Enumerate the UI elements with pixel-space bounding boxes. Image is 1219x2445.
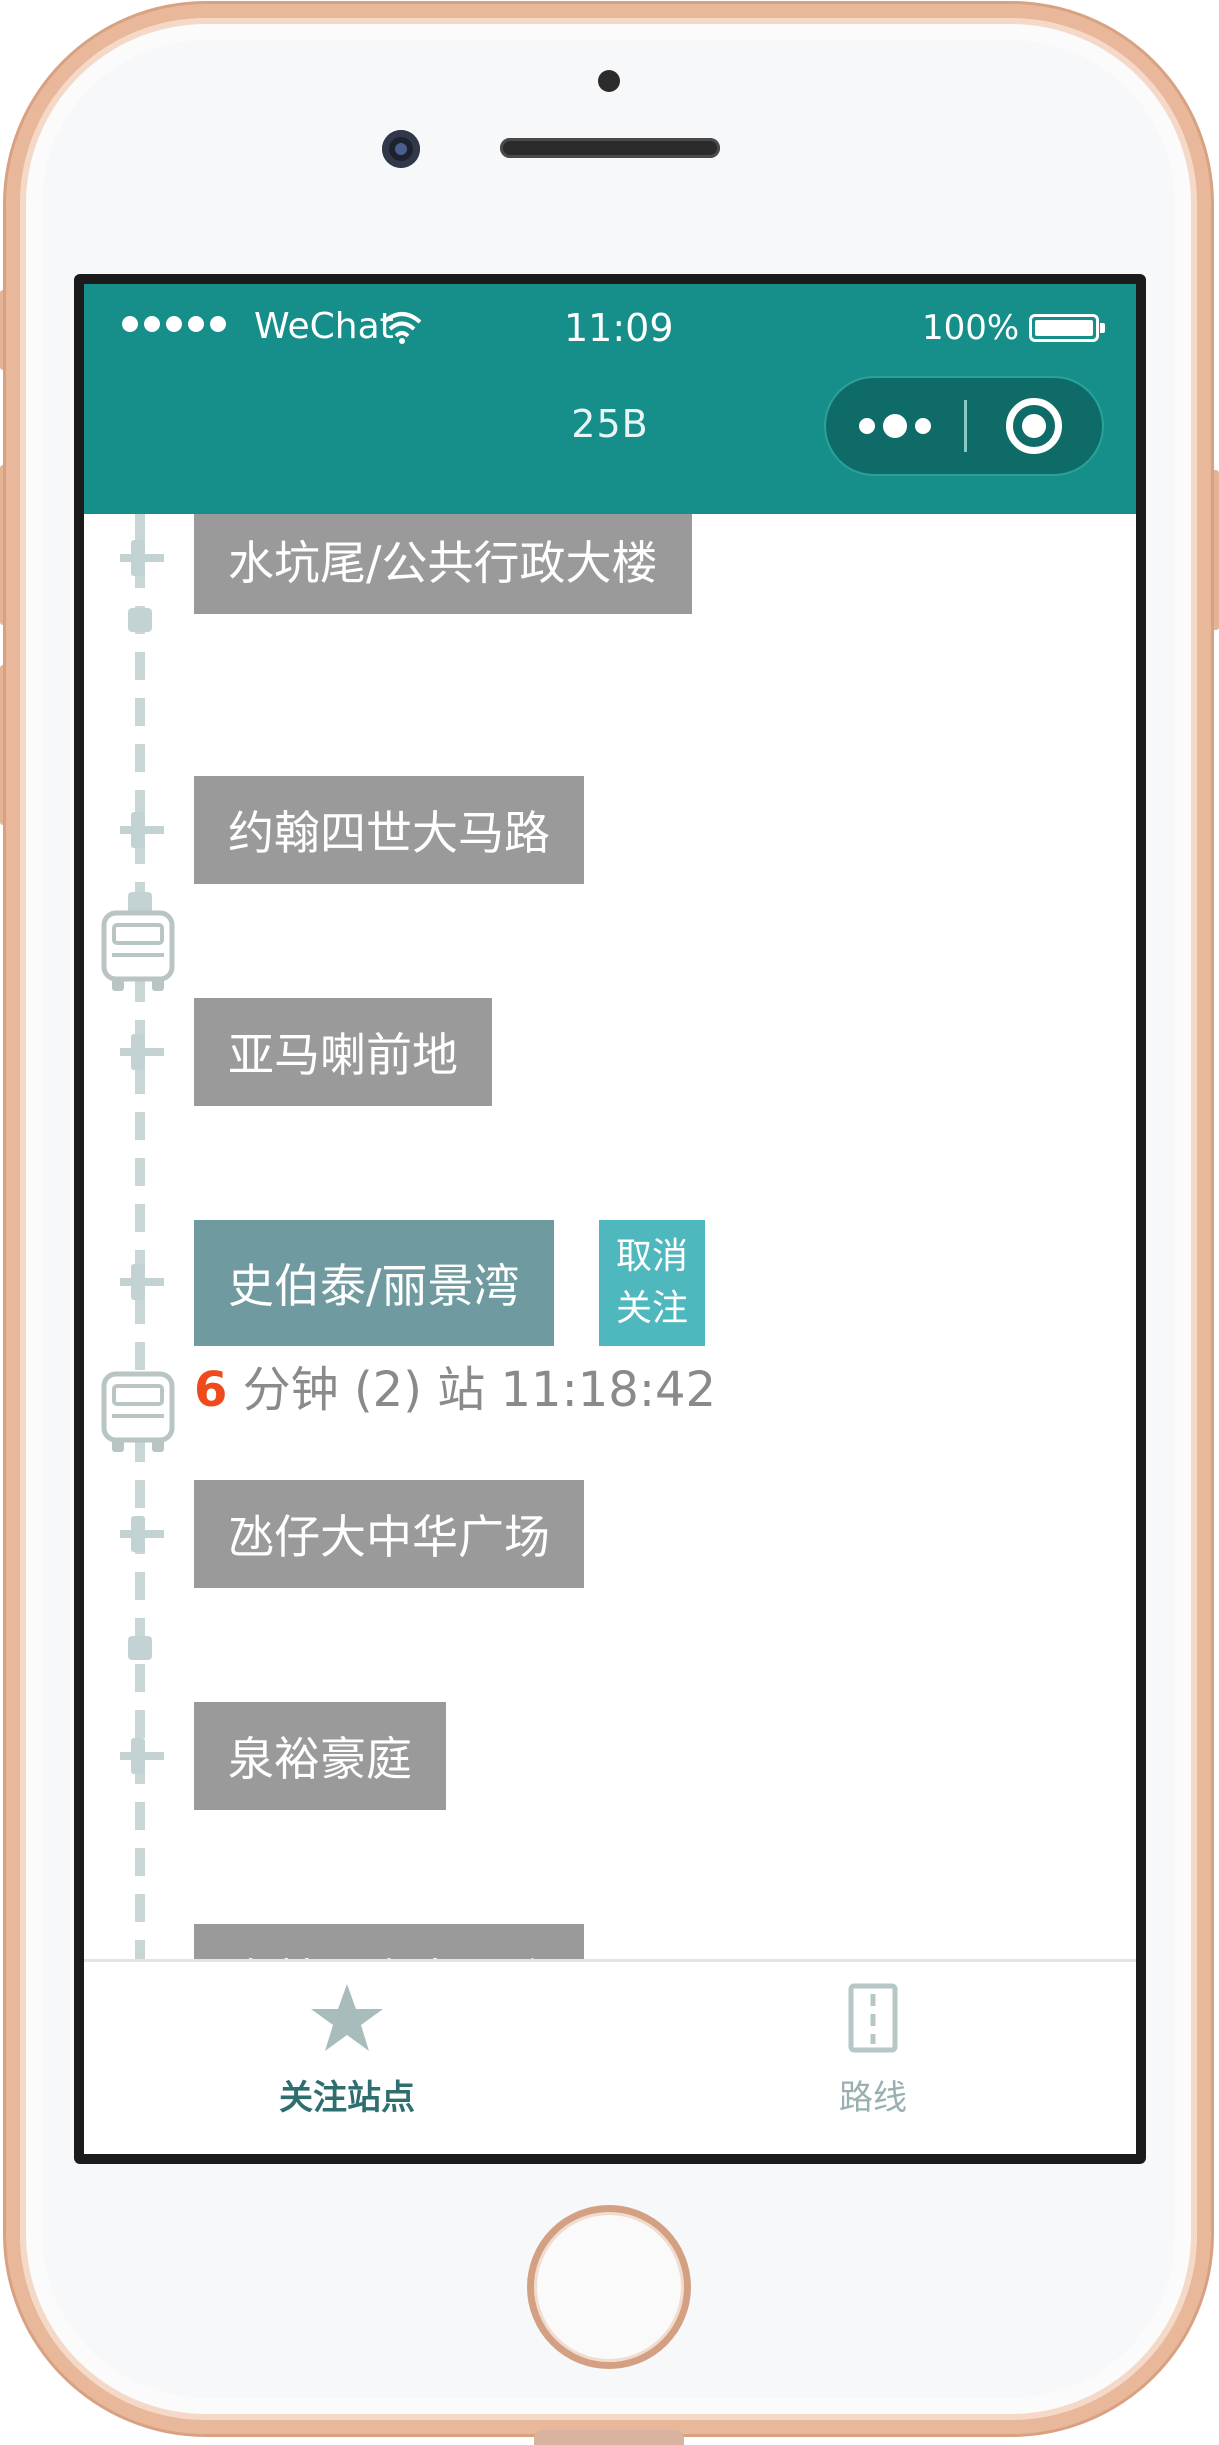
phone-bottom-edge [534, 2430, 684, 2445]
front-camera [382, 130, 420, 168]
stop-marker [120, 1034, 164, 1070]
arrival-info: 6 分钟 (2) 站 11:18:42 [194, 1350, 716, 1420]
bus-icon [101, 910, 175, 991]
stop-marker [120, 540, 164, 576]
stop-name[interactable]: 水坑尾/公共行政大楼 [194, 514, 692, 614]
mini-program-capsule [824, 376, 1104, 476]
signal-strength-icon [122, 316, 226, 332]
bus-icon [101, 1371, 175, 1452]
tab-routes[interactable]: 路线 [610, 1962, 1136, 2154]
arrival-time: 11:18:42 [500, 1362, 717, 1418]
stop-marker [120, 1264, 164, 1300]
battery-icon [1029, 314, 1105, 342]
capsule-divider [964, 400, 967, 452]
arrival-stops-away: (2) [353, 1362, 422, 1418]
star-icon [311, 1984, 383, 2051]
route-icon [848, 1983, 898, 2053]
stop-name[interactable]: 奥林匹克大马路 [194, 1924, 584, 1959]
arrival-minutes: 6 [194, 1362, 228, 1418]
tab-bar: 关注站点 路线 [84, 1959, 1136, 2154]
stop-marker [120, 1738, 164, 1774]
route-segment-marker [128, 1636, 152, 1660]
unfollow-button[interactable]: 取消 关注 [596, 1220, 705, 1346]
stop-name[interactable]: 亚马喇前地 [194, 998, 492, 1106]
more-options-icon[interactable] [826, 378, 964, 474]
home-button[interactable] [527, 2205, 691, 2369]
close-mini-program-icon[interactable] [1006, 398, 1062, 454]
battery-percentage: 100% [922, 308, 1020, 348]
stop-name[interactable]: 约翰四世大马路 [194, 776, 584, 884]
tab-label: 路线 [839, 2078, 907, 2118]
tab-followed-stops[interactable]: 关注站点 [84, 1962, 610, 2154]
tab-label: 关注站点 [279, 2078, 415, 2118]
arrival-stops-unit: 站 [437, 1362, 486, 1418]
stop-marker [120, 812, 164, 848]
arrival-minutes-unit: 分钟 [242, 1362, 339, 1418]
stop-name[interactable]: 氹仔大中华广场 [194, 1480, 584, 1588]
wifi-icon [382, 312, 422, 344]
status-bar: WeChat 11:09 100% [84, 304, 1136, 354]
proximity-sensor [598, 70, 620, 92]
status-time: 11:09 [564, 306, 674, 350]
route-segment-marker [128, 608, 152, 632]
phone-screen: WeChat 11:09 100% 25B 水坑尾/公共行政大楼 约翰四世大马路… [74, 274, 1146, 2164]
route-stop-list[interactable]: 水坑尾/公共行政大楼 约翰四世大马路 亚马喇前地 史伯泰/丽景湾 取消 关注 6… [84, 514, 1136, 1959]
app-header: WeChat 11:09 100% 25B [84, 284, 1136, 514]
earpiece-speaker [500, 138, 720, 158]
stop-name[interactable]: 泉裕豪庭 [194, 1702, 446, 1810]
carrier-name: WeChat [254, 306, 394, 347]
stop-marker [120, 1516, 164, 1552]
stop-name-followed[interactable]: 史伯泰/丽景湾 [194, 1220, 554, 1346]
